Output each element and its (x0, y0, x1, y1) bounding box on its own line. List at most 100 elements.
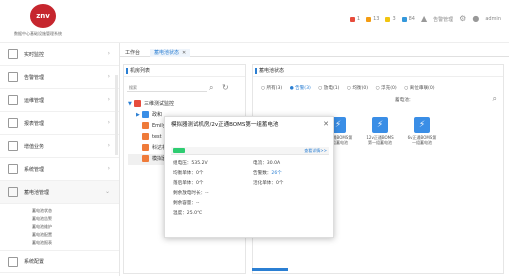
close-icon[interactable]: ✕ (323, 120, 329, 128)
tab-home[interactable]: 工作台 (125, 49, 140, 57)
alarm-count-minor[interactable]: 3 (385, 16, 396, 22)
room-icon (142, 144, 149, 151)
alarm-count-critical[interactable]: 1 (349, 16, 360, 22)
battery-detail-popup: 模拟器测试机房/2v正通BOMS第一组蓄电池 ✕ 查看详情>> 组电压：535.… (164, 116, 334, 238)
sidebar-item-alarm[interactable]: 告警管理 › (0, 66, 119, 89)
info-row: 温度：25.0℃ (173, 209, 331, 219)
info-dot-icon (401, 16, 407, 22)
battery-icon: ⚡ (372, 117, 388, 133)
info-row: 落后单体：0个 活化单体：0个 (173, 179, 331, 189)
battery-filter-label: 蓄电池： (395, 98, 414, 103)
user-icon: ● (472, 14, 480, 23)
info-row: 均衡单体：0个 告警数：26个 (173, 169, 331, 179)
popup-status-bar: 查看详情>> (171, 147, 329, 155)
critical-dot-icon (349, 16, 355, 22)
status-filter-group: ○ 所有(3) ● 告警(3) ○ 放电(1) ○ 均衡(0) ○ 浮充(0) … (261, 85, 441, 91)
sidebar-scrollbar[interactable] (115, 75, 118, 155)
refresh-icon[interactable]: ↻ (222, 83, 229, 92)
warning-icon: ▲ (421, 14, 428, 23)
equalize-cells: 均衡单体：0个 (173, 171, 204, 176)
battery-icon (8, 187, 18, 197)
panel-scrollbar[interactable] (252, 268, 288, 271)
group-voltage: 组电压：535.2V (173, 161, 208, 166)
filter-alarm[interactable]: ● 告警(3) (290, 86, 314, 91)
filter-discharge[interactable]: ○ 放电(1) (318, 86, 342, 91)
battery-icon: ⚡ (414, 117, 430, 133)
submenu-item-battery-status[interactable]: 蓄电池状态 (32, 207, 119, 215)
remaining-capacity: 剩余容量：-- (173, 201, 200, 206)
sidebar-item-report[interactable]: 报表管理 › (0, 112, 119, 135)
report-icon (8, 118, 18, 128)
room-icon (142, 122, 149, 129)
battery-submenu: 蓄电池状态 蓄电池告警 蓄电池维护 蓄电池配置 蓄电池报表 (0, 204, 119, 250)
alarm-count-value[interactable]: 26个 (271, 171, 281, 176)
user-name[interactable]: admin (485, 16, 501, 22)
activated-cells: 活化单体：0个 (253, 181, 284, 186)
header-status-area: 1 13 3 84 ▲ 告警管理 ⚙ ● admin (349, 14, 501, 24)
chevron-right-icon: › (107, 119, 110, 126)
chevron-right-icon: › (107, 73, 110, 80)
system-icon (8, 164, 18, 174)
room-icon (142, 155, 149, 162)
system-subtitle: 数据中心基础设施管理系统 (14, 31, 62, 36)
submenu-item-battery-maint[interactable]: 蓄电池维护 (32, 223, 119, 231)
filter-all[interactable]: ○ 所有(3) (261, 86, 285, 91)
battery-device-list: ⚡ 2v正通BOMS第一组蓄电池 ⚡ 12v正通BOMS第一组蓄电池 ⚡ 6v正… (323, 117, 437, 145)
tab-battery-status[interactable]: 蓄电池状态 ✕ (150, 49, 191, 57)
view-detail-link[interactable]: 查看详情>> (304, 148, 327, 154)
sidebar-item-ops[interactable]: 运维管理 › (0, 89, 119, 112)
close-icon[interactable]: ✕ (182, 50, 186, 56)
sidebar-item-realtime[interactable]: 实时监控 › (0, 43, 119, 66)
business-icon (8, 141, 18, 151)
settings-gear-icon[interactable]: ⚙ (459, 14, 466, 24)
filter-equalize[interactable]: ○ 均衡(0) (347, 86, 371, 91)
battery-device-12v[interactable]: ⚡ 12v正通BOMS第一组蓄电池 (365, 117, 395, 145)
alarm-icon (8, 72, 18, 82)
ops-icon (8, 95, 18, 105)
info-row: 组电压：535.2V 电流：30.0A (173, 159, 331, 169)
tab-bar: 工作台 蓄电池状态 ✕ (120, 43, 509, 57)
chevron-right-icon: › (107, 142, 110, 149)
filter-offline[interactable]: ○ 离位串联(0) (404, 86, 437, 91)
room-list-title: 机房列表 (124, 65, 245, 77)
room-icon (142, 133, 149, 140)
tree-node-root[interactable]: ▼ 三维测试监控 (128, 99, 244, 110)
chevron-right-icon: › (107, 96, 110, 103)
chevron-right-icon: › (107, 50, 110, 57)
current: 电流：30.0A (253, 161, 281, 166)
alarm-count-info[interactable]: 84 (401, 16, 415, 22)
home-icon (134, 100, 141, 107)
room-search: ⌕ ↻ (127, 83, 243, 94)
popup-title: 模拟器测试机房/2v正通BOMS第一组蓄电池 (171, 122, 279, 128)
sidebar-item-sys-config[interactable]: 系统配置 (0, 250, 119, 273)
status-indicator (173, 148, 185, 153)
config-icon (8, 256, 18, 267)
submenu-item-battery-report[interactable]: 蓄电池报表 (32, 239, 119, 247)
alarm-count: 告警数：26个 (253, 171, 282, 176)
chevron-right-icon: › (107, 165, 110, 172)
popup-info-grid: 组电压：535.2V 电流：30.0A 均衡单体：0个 告警数：26个 落后单体… (173, 159, 331, 219)
search-icon[interactable]: ⌕ (209, 83, 213, 92)
search-icon[interactable]: ⌕ (493, 94, 497, 104)
lagging-cells: 落后单体：0个 (173, 181, 204, 186)
filter-float[interactable]: ○ 浮充(0) (376, 86, 400, 91)
alarm-count-major[interactable]: 13 (366, 16, 379, 22)
top-header: znv 数据中心基础设施管理系统 1 13 3 84 ▲ 告警管理 ⚙ ● ad… (0, 0, 509, 43)
submenu-item-battery-config[interactable]: 蓄电池配置 (32, 231, 119, 239)
submenu-item-battery-alarm[interactable]: 蓄电池告警 (32, 215, 119, 223)
sidebar: 实时监控 › 告警管理 › 运维管理 › 报表管理 › 增值业务 › 系统管理 … (0, 43, 120, 276)
search-input[interactable] (127, 83, 207, 92)
minor-dot-icon (385, 16, 391, 22)
remaining-discharge-time: 剩余放电时长：-- (173, 191, 209, 196)
logo: znv (30, 4, 56, 28)
sidebar-item-battery[interactable]: 蓄电池管理 ⌄ (0, 181, 119, 204)
info-row: 剩余容量：-- (173, 199, 331, 209)
alarm-manage-link[interactable]: 告警管理 (433, 16, 453, 23)
monitor-icon (8, 49, 18, 59)
chevron-down-icon: ⌄ (104, 188, 110, 195)
sidebar-item-system[interactable]: 系统管理 › (0, 158, 119, 181)
battery-device-6v[interactable]: ⚡ 6v正通BOMS第一组蓄电池 (407, 117, 437, 145)
sidebar-item-value-added[interactable]: 增值业务 › (0, 135, 119, 158)
temperature: 温度：25.0℃ (173, 211, 203, 216)
folder-icon (142, 111, 149, 118)
